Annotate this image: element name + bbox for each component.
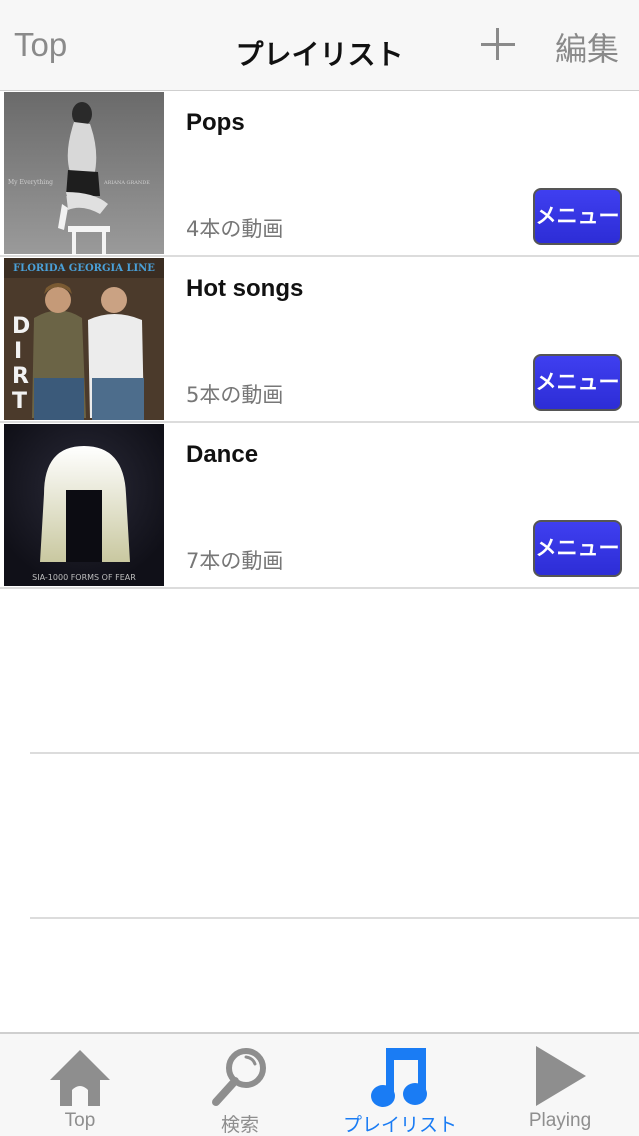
playlist-row[interactable]: FLORIDA GEORGIA LINE D I R T Hot songs 5… <box>0 257 639 423</box>
playlist-title: Hot songs <box>186 275 304 302</box>
tab-label: 検索 <box>220 1115 259 1136</box>
tab-search[interactable]: 検索 <box>160 1034 320 1136</box>
playlist-screen: Top プレイリスト 編集 My Everything ARIANA GRAND… <box>0 0 639 1136</box>
plus-icon[interactable] <box>476 22 520 66</box>
playlist-artwork: SIA-1000 FORMS OF FEAR <box>4 424 164 586</box>
tab-label: プレイリスト <box>342 1115 457 1136</box>
tab-playing[interactable]: Playing <box>480 1034 639 1136</box>
play-icon <box>536 1046 586 1106</box>
tab-playlist[interactable]: プレイリスト <box>320 1034 480 1136</box>
video-count: 4本の動画 <box>186 217 284 241</box>
playlist-list: My Everything ARIANA GRANDE Pops 4本の動画 メ… <box>0 91 639 589</box>
playlist-title: Dance <box>186 441 259 468</box>
menu-button[interactable]: メニュー <box>533 354 622 411</box>
video-count: 5本の動画 <box>186 383 284 407</box>
artwork-text: My Everything <box>8 179 53 186</box>
artwork-text: FLORIDA GEORGIA LINE <box>13 263 155 274</box>
back-button[interactable]: Top <box>14 26 67 64</box>
playlist-title: Pops <box>186 109 245 136</box>
playlist-row[interactable]: My Everything ARIANA GRANDE Pops 4本の動画 メ… <box>0 91 639 257</box>
tab-label: Top <box>64 1110 96 1131</box>
music-note-icon <box>371 1048 427 1107</box>
edit-button[interactable]: 編集 <box>555 24 619 70</box>
navigation-bar: Top プレイリスト 編集 <box>0 0 639 91</box>
page-title-text: プレイリスト <box>235 38 404 71</box>
empty-row-separator <box>30 752 639 754</box>
svg-text:D: D <box>12 314 30 339</box>
svg-text:I: I <box>14 339 22 364</box>
video-count: 7本の動画 <box>186 549 284 573</box>
tab-top[interactable]: Top <box>0 1034 160 1136</box>
playlist-artwork: My Everything ARIANA GRANDE <box>4 92 164 254</box>
playlist-row[interactable]: SIA-1000 FORMS OF FEAR Dance 7本の動画 メニュー <box>0 423 639 589</box>
search-icon <box>212 1048 266 1106</box>
artwork-text: SIA-1000 FORMS OF FEAR <box>32 573 136 582</box>
playlist-artwork: FLORIDA GEORGIA LINE D I R T <box>4 258 164 420</box>
home-icon <box>50 1050 110 1106</box>
menu-button[interactable]: メニュー <box>533 188 622 245</box>
svg-text:R: R <box>12 364 29 389</box>
tab-bar: Top 検索 プレイリスト Playing <box>0 1032 639 1136</box>
svg-text:T: T <box>12 389 27 414</box>
artwork-text: ARIANA GRANDE <box>103 180 150 186</box>
empty-row-separator <box>30 917 639 919</box>
page-title: プレイリスト <box>0 33 639 73</box>
menu-button[interactable]: メニュー <box>533 520 622 577</box>
tab-label: Playing <box>528 1110 592 1131</box>
